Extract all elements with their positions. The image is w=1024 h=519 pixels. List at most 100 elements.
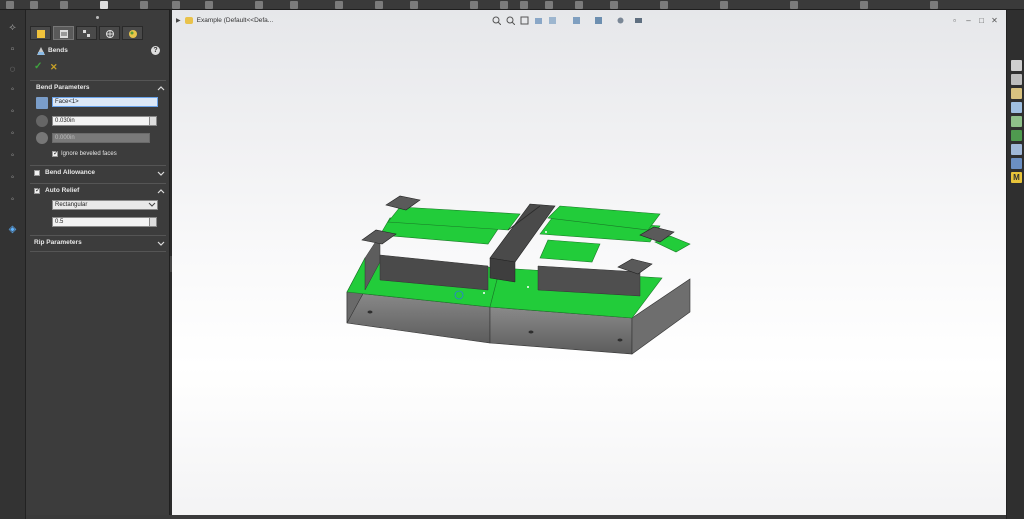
chevron-down-icon[interactable] xyxy=(157,169,165,177)
property-manager-tab[interactable] xyxy=(53,26,74,40)
auto-relief-checkbox[interactable]: ✓ xyxy=(34,187,41,194)
bend-parameters-header[interactable]: Bend Parameters xyxy=(36,84,89,92)
toolbar-button[interactable] xyxy=(660,1,668,9)
bends-feature-icon xyxy=(37,47,45,55)
design-library-icon[interactable] xyxy=(1011,88,1022,99)
hole xyxy=(367,310,373,314)
thickness-icon xyxy=(36,132,48,144)
rail-icon[interactable]: ◦ xyxy=(6,106,19,117)
left-task-rail: ⟡ ▫ ◌ ◦ ◦ ◦ ◦ ◦ ◦ ◈ xyxy=(0,10,26,519)
display-manager-icon xyxy=(129,30,137,38)
bend-allowance-header[interactable]: Bend Allowance xyxy=(45,169,95,177)
toolbar-button[interactable] xyxy=(410,1,418,9)
toolbar-button[interactable] xyxy=(545,1,553,9)
check-icon: ✓ xyxy=(53,150,59,157)
graphics-area[interactable]: ▶ Example (Default<<Defa... ▫ – □ ✕ xyxy=(172,10,1006,519)
feature-manager-tab[interactable] xyxy=(30,26,51,40)
toolbar-button[interactable] xyxy=(500,1,508,9)
home-icon[interactable] xyxy=(1011,60,1022,71)
toolbar-button[interactable] xyxy=(172,1,180,9)
dimxpert-icon xyxy=(106,30,114,38)
configuration-manager-tab[interactable] xyxy=(76,26,97,40)
toolbar-button[interactable] xyxy=(205,1,213,9)
toolbar-button[interactable] xyxy=(60,1,68,9)
rail-icon[interactable]: ◦ xyxy=(6,150,19,161)
resources-icon[interactable] xyxy=(1011,74,1022,85)
appearances-icon[interactable] xyxy=(1011,130,1022,141)
chevron-up-icon[interactable] xyxy=(157,84,165,92)
command-toolbar xyxy=(0,0,1024,10)
status-bar xyxy=(26,515,1006,519)
m-icon[interactable]: M xyxy=(1011,172,1022,183)
section-divider xyxy=(30,183,166,184)
toolbar-button[interactable] xyxy=(930,1,938,9)
relief-ratio-spinner[interactable] xyxy=(149,217,157,227)
toolbar-button[interactable] xyxy=(520,1,528,9)
toolbar-button[interactable] xyxy=(30,1,38,9)
vertex-dot xyxy=(527,286,529,288)
toolbar-button[interactable] xyxy=(375,1,383,9)
bend-radius-spinner[interactable] xyxy=(149,116,157,126)
property-manager-icon xyxy=(60,30,68,38)
3dexperience-icon[interactable] xyxy=(1011,158,1022,169)
fixed-face-field[interactable]: Face<1> xyxy=(52,97,158,107)
toolbar-button[interactable] xyxy=(610,1,618,9)
rail-icon[interactable]: ◦ xyxy=(6,84,19,95)
rail-icon[interactable]: ◦ xyxy=(6,194,19,205)
chevron-down-icon[interactable] xyxy=(157,239,165,247)
view-palette-icon[interactable] xyxy=(1011,116,1022,127)
help-icon[interactable]: ? xyxy=(151,46,160,55)
center-green-face[interactable] xyxy=(539,239,601,263)
bend-radius-icon xyxy=(36,115,48,127)
rail-icon[interactable]: ◌ xyxy=(6,64,19,75)
toolbar-button[interactable] xyxy=(290,1,298,9)
toolbar-button[interactable] xyxy=(790,1,798,9)
auto-relief-header[interactable]: Auto Relief xyxy=(45,187,79,195)
toolbar-button[interactable] xyxy=(100,1,108,9)
bend-radius-field[interactable]: 0.030in xyxy=(52,116,150,126)
relief-type-select[interactable]: Rectangular xyxy=(52,200,158,210)
rail-icon[interactable]: ◦ xyxy=(6,172,19,183)
ok-check-icon[interactable]: ✓ xyxy=(34,62,42,72)
display-manager-tab[interactable] xyxy=(122,26,143,40)
dimxpert-tab[interactable] xyxy=(99,26,120,40)
toolbar-button[interactable] xyxy=(720,1,728,9)
feature-title: Bends xyxy=(48,47,68,54)
rail-icon[interactable]: ▫ xyxy=(6,44,19,55)
hole xyxy=(617,338,623,342)
configuration-manager-icon xyxy=(83,30,90,37)
toolbar-button[interactable] xyxy=(860,1,868,9)
center-channel-side[interactable] xyxy=(489,257,516,283)
rip-parameters-header[interactable]: Rip Parameters xyxy=(34,239,82,247)
check-icon: ✓ xyxy=(35,187,41,194)
sheet-metal-model[interactable] xyxy=(172,10,1006,519)
ignore-beveled-checkbox[interactable]: ✓ xyxy=(52,150,59,157)
file-explorer-icon[interactable] xyxy=(1011,102,1022,113)
vertex-dot xyxy=(483,292,485,294)
rail-icon[interactable]: ◦ xyxy=(6,128,19,139)
toolbar-button[interactable] xyxy=(575,1,583,9)
solidworks-window: ⟡ ▫ ◌ ◦ ◦ ◦ ◦ ◦ ◦ ◈ Bends ? ✓ ✕ Bend Par… xyxy=(0,0,1024,519)
sketch-icon[interactable]: ⟡ xyxy=(6,22,19,33)
toolbar-button[interactable] xyxy=(470,1,478,9)
section-divider xyxy=(30,80,166,81)
toolbar-button[interactable] xyxy=(6,1,14,9)
thickness-field: 0.000in xyxy=(52,133,150,143)
vertex-dot xyxy=(545,231,547,233)
bend-allowance-checkbox[interactable] xyxy=(34,170,40,176)
chevron-up-icon[interactable] xyxy=(157,187,165,195)
feature-manager-icon xyxy=(37,30,45,38)
chevron-down-icon xyxy=(148,202,156,207)
property-manager: Bends ? ✓ ✕ Bend Parameters Face<1> 0.03… xyxy=(26,10,170,519)
sheet-metal-icon[interactable]: ◈ xyxy=(6,224,19,235)
toolbar-button[interactable] xyxy=(335,1,343,9)
hole xyxy=(528,330,534,334)
fixed-face-icon xyxy=(36,97,48,109)
toolbar-button[interactable] xyxy=(255,1,263,9)
custom-properties-icon[interactable] xyxy=(1011,144,1022,155)
cancel-x-icon[interactable]: ✕ xyxy=(50,62,58,72)
section-divider xyxy=(30,165,166,166)
manager-tabs xyxy=(30,26,166,40)
toolbar-button[interactable] xyxy=(140,1,148,9)
relief-ratio-field[interactable]: 0.5 xyxy=(52,217,150,227)
